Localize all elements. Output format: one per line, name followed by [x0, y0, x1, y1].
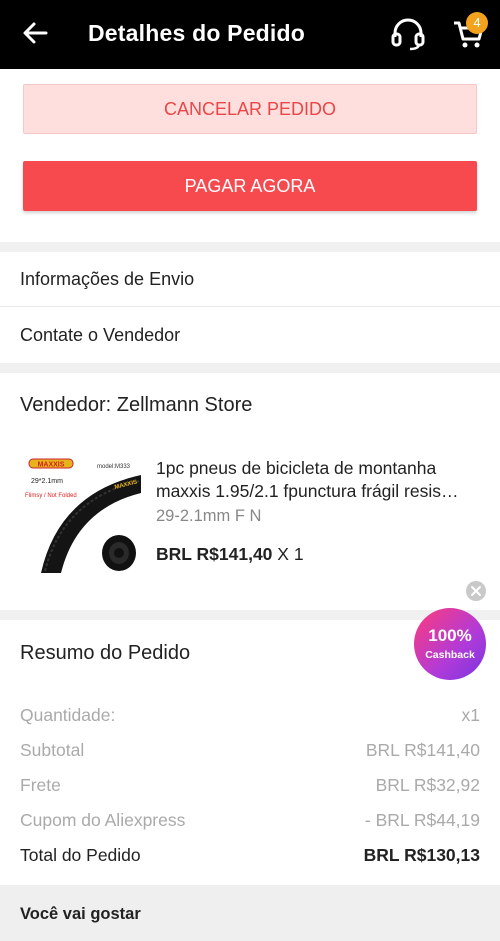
- product-image-model: model:M333: [97, 464, 131, 470]
- headset-icon[interactable]: [390, 17, 426, 51]
- cashback-badge[interactable]: 100% Cashback: [414, 608, 486, 680]
- product-variant: 29-2.1mm F N: [156, 507, 262, 525]
- summary-value: BRL R$32,92: [375, 775, 480, 795]
- product-image[interactable]: MAXXIS model:M333 29*2.1mm Flimsy / Not …: [19, 453, 143, 577]
- suggestions-title: Você vai gostar: [20, 905, 141, 923]
- summary-value: - BRL R$44,19: [364, 810, 480, 830]
- product-title-line1: 1pc pneus de bicicleta de montanha: [156, 458, 437, 478]
- suggestions-section: Você vai gostar: [0, 885, 500, 941]
- page-title: Detalhes do Pedido: [88, 20, 306, 46]
- product-image-type: Flimsy / Not Folded: [25, 493, 77, 499]
- cart-count-badge: 4: [466, 12, 488, 34]
- product-image-brand: MAXXIS: [38, 462, 65, 469]
- product-title-line2: maxxis 1.95/2.1 fpunctura frágil resis…: [156, 481, 459, 501]
- summary-total-value: BRL R$130,13: [363, 845, 480, 865]
- product-price-line: BRL R$141,40 X 1: [156, 544, 304, 565]
- summary-row-coupon: Cupom do Aliexpress - BRL R$44,19: [20, 810, 480, 834]
- cashback-label: Cashback: [425, 649, 475, 661]
- cashback-percent: 100%: [428, 626, 472, 645]
- product-price: BRL R$141,40: [156, 544, 273, 564]
- pay-now-button[interactable]: PAGAR AGORA: [23, 161, 477, 211]
- summary-label: Quantidade:: [20, 705, 116, 725]
- summary-label: Frete: [20, 775, 61, 795]
- summary-row-subtotal: Subtotal BRL R$141,40: [20, 740, 480, 764]
- summary-row-shipping: Frete BRL R$32,92: [20, 775, 480, 799]
- product-image-size: 29*2.1mm: [31, 478, 63, 485]
- order-links: Informações de Envio Contate o Vendedor: [0, 252, 500, 363]
- cancel-order-button[interactable]: CANCELAR PEDIDO: [23, 84, 477, 134]
- vendor-name[interactable]: Vendedor: Zellmann Store: [20, 394, 252, 417]
- summary-value: x1: [461, 705, 480, 725]
- close-icon[interactable]: [466, 581, 486, 601]
- summary-label: Cupom do Aliexpress: [20, 810, 186, 830]
- product-quantity: X 1: [277, 544, 304, 564]
- summary-total-label: Total do Pedido: [20, 845, 141, 865]
- summary-row-quantity: Quantidade: x1: [20, 705, 480, 729]
- summary-value: BRL R$141,40: [365, 740, 480, 760]
- back-arrow-icon[interactable]: [20, 18, 50, 48]
- product-title[interactable]: 1pc pneus de bicicleta de montanha maxxi…: [156, 457, 486, 503]
- summary-title: Resumo do Pedido: [20, 642, 191, 664]
- seller-section: Vendedor: Zellmann Store MAXXIS model:M3…: [0, 373, 500, 610]
- top-bar: Detalhes do Pedido 4: [0, 0, 500, 69]
- shipping-info-link[interactable]: Informações de Envio: [0, 252, 500, 307]
- summary-row-total: Total do Pedido BRL R$130,13: [20, 845, 480, 869]
- order-actions: CANCELAR PEDIDO PAGAR AGORA: [0, 69, 500, 242]
- summary-label: Subtotal: [20, 740, 85, 760]
- contact-seller-link[interactable]: Contate o Vendedor: [0, 308, 500, 363]
